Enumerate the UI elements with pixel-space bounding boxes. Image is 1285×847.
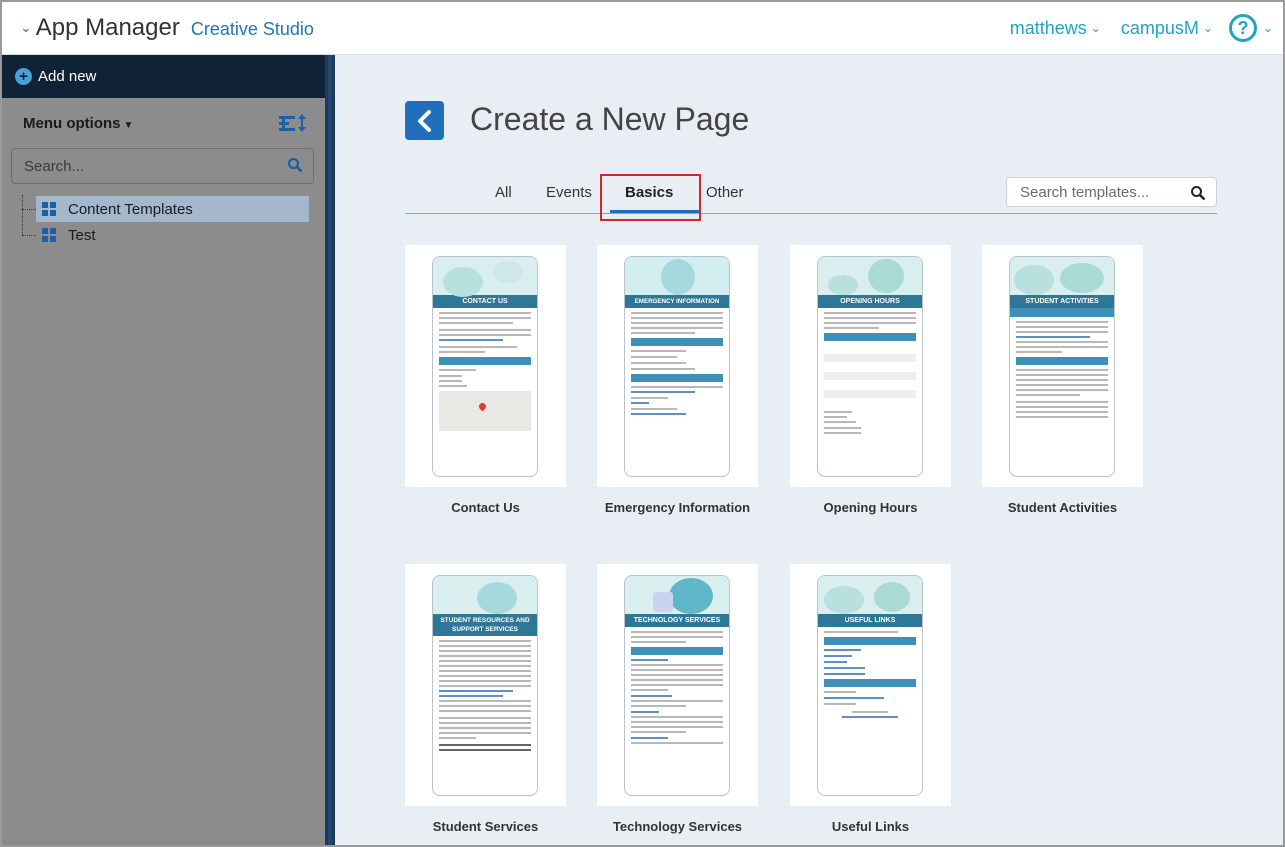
template-card-contact-us[interactable]: CONTACT US Contact Us [405,245,566,515]
search-icon[interactable] [1190,185,1206,201]
campus-menu-label: campusM [1120,17,1199,38]
template-card-technology-services[interactable]: TECHNOLOGY SERVICES Technology Services [597,564,758,834]
phone-preview: STUDENT RESOURCES AND SUPPORT SERVICES [432,575,538,796]
template-banner: STUDENT ACTIVITIES [1010,295,1114,308]
sort-tree-icon[interactable] [278,113,308,133]
template-banner: USEFUL LINKS [818,614,922,627]
tree-connector [22,235,36,236]
phone-preview: OPENING HOURS [817,256,923,477]
tree-item-label: Test [68,226,96,244]
template-card-student-services[interactable]: STUDENT RESOURCES AND SUPPORT SERVICES S… [405,564,566,834]
user-menu-label: matthews [1009,17,1087,38]
chevron-left-icon [417,109,431,132]
sidebar: + Add new Menu options ▼ Search... Conte… [2,55,325,845]
template-banner: STUDENT RESOURCES AND SUPPORT SERVICES [433,614,537,636]
caret-down-icon: ▼ [123,120,134,131]
template-thumbnail: EMERGENCY INFORMATION [597,245,758,487]
template-search-input[interactable]: Search templates... [1006,177,1217,207]
phone-preview: CONTACT US [432,256,538,477]
highlight-annotation [600,174,701,221]
top-right-menus: matthews ⌄ campusM ⌄ ? ⌄ [990,14,1273,42]
chevron-down-icon: ⌄ [1090,21,1101,35]
chevron-down-icon[interactable]: ⌄ [1263,21,1273,35]
phone-preview: EMERGENCY INFORMATION [624,256,730,477]
page-tree: Content Templates Test [18,193,318,253]
add-new-label: Add new [38,68,97,85]
template-card-useful-links[interactable]: USEFUL LINKS Useful Links [790,564,951,834]
template-thumbnail: USEFUL LINKS [790,564,951,806]
top-bar: ⌄ App Manager Creative Studio matthews ⌄… [2,2,1283,55]
app-subtitle: Creative Studio [190,19,314,39]
template-name: Student Activities [1007,500,1118,515]
app-window: ⌄ App Manager Creative Studio matthews ⌄… [0,0,1285,847]
template-thumbnail: STUDENT RESOURCES AND SUPPORT SERVICES [405,564,566,806]
sidebar-splitter[interactable] [325,55,335,845]
template-card-student-activities[interactable]: STUDENT ACTIVITIES Student Activities [982,245,1143,515]
template-thumbnail: TECHNOLOGY SERVICES [597,564,758,806]
menu-options-dropdown[interactable]: Menu options ▼ [23,115,133,132]
sidebar-search-input[interactable]: Search... [11,148,314,184]
grid-icon [42,228,56,242]
template-search-placeholder: Search templates... [1020,183,1150,201]
tree-item-test[interactable]: Test [36,222,96,248]
campus-menu[interactable]: campusM ⌄ [1121,18,1213,39]
user-menu[interactable]: matthews ⌄ [1010,18,1101,39]
template-name: Contact Us [451,500,520,515]
template-name: Student Services [432,819,539,834]
template-name: Emergency Information [604,500,751,515]
help-icon[interactable]: ? [1228,14,1257,42]
main-content: Create a New Page All Events Basics Othe… [335,55,1283,845]
template-thumbnail: OPENING HOURS [790,245,951,487]
phone-preview: USEFUL LINKS [817,575,923,796]
tree-item-label: Content Templates [68,200,193,218]
tab-events[interactable]: Events [546,184,592,201]
template-name: Useful Links [831,819,910,834]
grid-icon [42,202,56,216]
phone-preview: STUDENT ACTIVITIES [1009,256,1115,477]
template-thumbnail: CONTACT US [405,245,566,487]
page-title: Create a New Page [470,101,750,137]
back-button[interactable] [405,101,444,140]
template-name: Technology Services [612,819,743,834]
menu-options-label: Menu options [23,115,121,132]
template-name: Opening Hours [823,500,918,515]
app-name: App Manager [35,14,180,41]
template-banner: EMERGENCY INFORMATION [625,295,729,308]
sidebar-search-placeholder: Search... [24,157,85,175]
tab-all[interactable]: All [495,184,512,201]
template-thumbnail: STUDENT ACTIVITIES [982,245,1143,487]
tab-other[interactable]: Other [706,184,744,201]
chevron-down-icon: ⌄ [1202,21,1213,35]
tree-connector [22,195,23,235]
plus-circle-icon: + [15,68,32,85]
template-banner: CONTACT US [433,295,537,308]
template-banner: OPENING HOURS [818,295,922,308]
tree-item-content-templates[interactable]: Content Templates [36,196,309,222]
add-new-button[interactable]: + Add new [2,55,325,98]
phone-preview: TECHNOLOGY SERVICES [624,575,730,796]
tree-connector [22,209,36,210]
app-switcher[interactable]: ⌄ App Manager Creative Studio [20,14,314,42]
search-icon[interactable] [287,157,303,173]
chevron-down-icon: ⌄ [20,19,32,35]
template-card-opening-hours[interactable]: OPENING HOURS Opening Hours [790,245,951,515]
template-card-emergency-information[interactable]: EMERGENCY INFORMATION Emergency Informat… [597,245,758,515]
template-banner: TECHNOLOGY SERVICES [625,614,729,627]
